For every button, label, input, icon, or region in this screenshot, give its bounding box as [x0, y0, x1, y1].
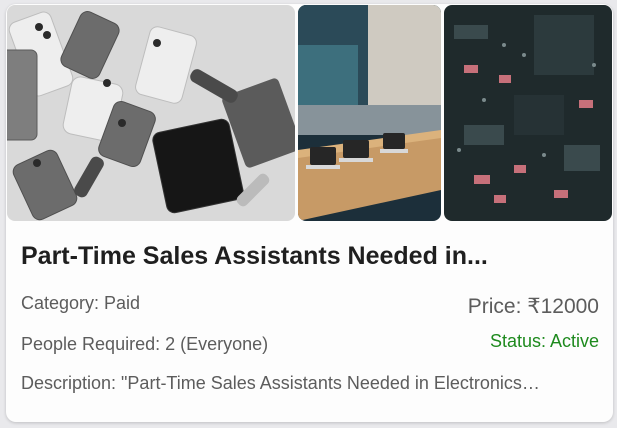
image-gallery	[7, 5, 612, 221]
listing-description: Description: "Part-Time Sales Assistants…	[21, 373, 540, 393]
listing-category: Category: Paid	[21, 293, 141, 313]
listing-card[interactable]: Part-Time Sales Assistants Needed in... …	[6, 4, 613, 422]
listing-title[interactable]: Part-Time Sales Assistants Needed in...	[21, 242, 601, 271]
listing-people-required: People Required: 2 (Everyone)	[21, 334, 269, 354]
status-badge: Status: Active	[489, 331, 599, 351]
circuit-board-image	[444, 5, 612, 221]
circuit-board-photo[interactable]	[444, 5, 612, 221]
listing-price: Price: ₹12000	[467, 295, 599, 318]
store-display-photo[interactable]	[298, 5, 441, 221]
store-display-image	[298, 5, 441, 221]
apple-devices-photo[interactable]	[7, 5, 295, 221]
apple-devices-image	[7, 5, 295, 221]
